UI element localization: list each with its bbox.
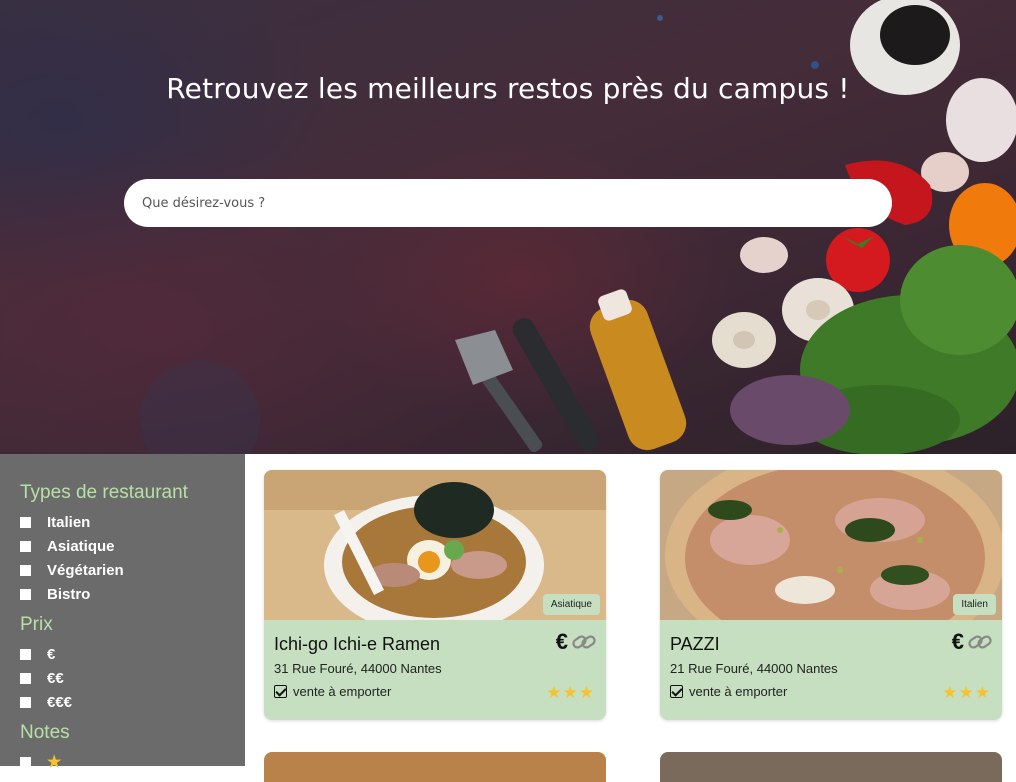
checkbox[interactable] <box>20 564 31 576</box>
checkbox-checked-icon <box>274 685 287 698</box>
takeaway-indicator: vente à emporter <box>670 684 787 699</box>
filter-option-bistro[interactable]: Bistro <box>20 582 245 606</box>
filter-option-label: Bistro <box>47 585 91 603</box>
takeaway-label: vente à emporter <box>689 684 788 699</box>
star-icon: ★ <box>958 683 974 703</box>
star-icon: ★ <box>47 754 62 771</box>
filter-option-price-3[interactable]: €€€ <box>20 690 245 714</box>
link-icon[interactable] <box>572 632 596 652</box>
star-icon: ★ <box>562 683 578 703</box>
filter-option-label: Asiatique <box>47 537 115 555</box>
search-input[interactable] <box>140 194 876 212</box>
restaurant-type-badge: Asiatique <box>542 594 600 615</box>
filter-heading-types: Types de restaurant <box>20 482 188 503</box>
restaurant-card-partial[interactable] <box>660 752 1002 782</box>
checkbox-checked-icon <box>670 685 683 698</box>
restaurant-card[interactable]: Asiatique Ichi-go Ichi-e Ramen € 31 Rue … <box>264 470 606 720</box>
checkbox[interactable] <box>20 672 31 684</box>
restaurant-type-badge: Italien <box>953 594 996 615</box>
restaurant-grid: Asiatique Ichi-go Ichi-e Ramen € 31 Rue … <box>245 454 1016 782</box>
restaurant-photo-pizza: Italien <box>660 470 1002 620</box>
rating-stars: ★ ★ ★ <box>546 685 594 702</box>
hero-title: Retrouvez les meilleurs restos près du c… <box>166 72 850 105</box>
link-icon[interactable] <box>968 632 992 652</box>
restaurant-card-partial[interactable] <box>264 752 606 782</box>
pizza-icon <box>660 470 1002 620</box>
filter-option-price-2[interactable]: €€ <box>20 666 245 690</box>
checkbox[interactable] <box>20 696 31 708</box>
star-icon: ★ <box>578 683 594 703</box>
filter-option-price-1[interactable]: € <box>20 642 245 666</box>
checkbox[interactable] <box>20 588 31 600</box>
filter-option-label: € <box>47 645 56 663</box>
search-box[interactable] <box>124 179 892 227</box>
takeaway-indicator: vente à emporter <box>274 684 391 699</box>
restaurant-address: 31 Rue Fouré, 44000 Nantes <box>274 661 442 676</box>
filter-option-label: Italien <box>47 513 91 531</box>
restaurant-address: 21 Rue Fouré, 44000 Nantes <box>670 661 838 676</box>
filter-heading-notes: Notes <box>20 722 70 743</box>
filter-option-italien[interactable]: Italien <box>20 510 245 534</box>
hero-banner: Retrouvez les meilleurs restos près du c… <box>0 0 1016 454</box>
rating-stars: ★ ★ ★ <box>942 685 990 702</box>
filter-sidebar: Types de restaurant Italien Asiatique Vé… <box>0 454 245 771</box>
star-icon: ★ <box>546 683 562 703</box>
filter-option-rating-1[interactable]: ★ <box>20 750 245 774</box>
filter-option-label: €€ <box>47 669 64 687</box>
filter-option-vegetarien[interactable]: Végétarien <box>20 558 245 582</box>
restaurant-photo-ramen: Asiatique <box>264 470 606 620</box>
filter-option-label: €€€ <box>47 693 73 711</box>
checkbox[interactable] <box>20 540 31 552</box>
filter-option-label: Végétarien <box>47 561 124 579</box>
filter-option-asiatique[interactable]: Asiatique <box>20 534 245 558</box>
food-background-illustration <box>140 0 1016 454</box>
takeaway-label: vente à emporter <box>293 684 392 699</box>
star-icon: ★ <box>974 683 990 703</box>
filter-group-notes: Notes ★ <box>20 722 245 774</box>
filter-group-prix: Prix € €€ €€€ <box>20 614 245 714</box>
filter-group-types: Types de restaurant Italien Asiatique Vé… <box>20 482 245 606</box>
restaurant-name[interactable]: PAZZI <box>670 634 720 655</box>
filter-heading-prix: Prix <box>20 614 53 635</box>
restaurant-price: € <box>951 629 964 654</box>
restaurant-card[interactable]: Italien PAZZI € 21 Rue Fouré, 44000 Nant… <box>660 470 1002 720</box>
checkbox[interactable] <box>20 648 31 660</box>
checkbox[interactable] <box>20 516 31 528</box>
restaurant-name[interactable]: Ichi-go Ichi-e Ramen <box>274 634 440 655</box>
restaurant-price: € <box>555 629 568 654</box>
star-icon: ★ <box>942 683 958 703</box>
